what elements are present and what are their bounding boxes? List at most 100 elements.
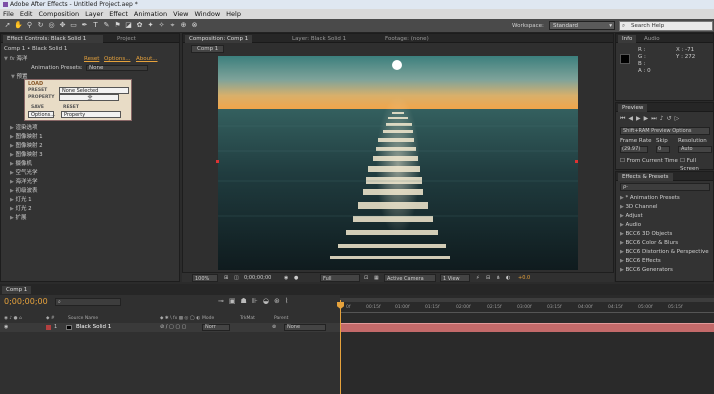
exposure-icon[interactable]: ◐ [504, 274, 512, 282]
layer-parent-dropdown[interactable]: None [284, 324, 326, 331]
transparency-grid-icon[interactable]: ▦ [372, 274, 381, 282]
param-air-optics[interactable]: ▶ 空气光学 [10, 169, 180, 177]
effects-item[interactable]: ▶ Adjust [620, 212, 713, 220]
clone-tool-icon[interactable]: ⚑ [113, 21, 122, 30]
resolution-dropdown[interactable]: Full [320, 274, 360, 282]
layer-name[interactable]: Black Solid 1 [76, 323, 111, 332]
tab-preview[interactable]: Preview [618, 104, 648, 112]
snapshot-icon[interactable]: ◉ [282, 274, 290, 282]
menu-view[interactable]: View [170, 9, 191, 19]
timeline-timecode[interactable]: 0;00;00;00 [4, 297, 48, 306]
audio-icon[interactable]: ♪ [660, 115, 667, 122]
param-image-map-1[interactable]: ▶ 图像映射 1 [10, 133, 180, 141]
options-link[interactable]: Options... [104, 55, 130, 63]
play-icon[interactable]: ▶ [636, 115, 644, 122]
resolution-preview-dropdown[interactable]: Auto [678, 146, 712, 153]
camera-tool-icon[interactable]: ◎ [47, 21, 56, 30]
reset-property-dropdown[interactable]: Property [61, 111, 121, 118]
rotate-tool-icon[interactable]: ↻ [36, 21, 45, 30]
search-help-input[interactable]: ⌕ Search Help [619, 21, 713, 31]
effects-item[interactable]: ▶ * Animation Presets [620, 194, 713, 202]
hand-tool-icon[interactable]: ✋ [14, 21, 23, 30]
parent-pickwhip-icon[interactable]: ⊚ [272, 323, 276, 332]
menu-edit[interactable]: Edit [17, 9, 36, 19]
ram-preview-options-dropdown[interactable]: Shift+RAM Preview Options [620, 127, 710, 135]
color-channel-icon[interactable]: ● [292, 274, 300, 282]
composition-viewer[interactable] [218, 56, 578, 270]
axis-icon[interactable]: ⊕ [179, 21, 188, 30]
timeline-icon[interactable]: ⊟ [484, 274, 492, 282]
menu-window[interactable]: Window [192, 9, 224, 19]
param-image-map-2[interactable]: ▶ 图像映射 2 [10, 142, 180, 150]
label-color-swatch[interactable] [46, 325, 51, 330]
puppet-starch-icon[interactable]: ⌖ [168, 21, 177, 30]
animation-presets-dropdown[interactable]: None [86, 65, 148, 71]
menu-help[interactable]: Help [223, 9, 244, 19]
param-image-map-3[interactable]: ▶ 图像映射 3 [10, 151, 180, 159]
tab-layer[interactable]: Layer: Black Solid 1 [288, 35, 350, 43]
effects-item[interactable]: ▶ 3D Channel [620, 203, 713, 211]
last-frame-icon[interactable]: ⏭ [651, 115, 659, 122]
parent-header[interactable]: Parent [274, 316, 288, 321]
zoom-dropdown[interactable]: 100% [192, 274, 218, 282]
graph-editor-icon[interactable]: ⌇ [285, 297, 293, 305]
pen-tool-icon[interactable]: ✒ [80, 21, 89, 30]
param-wave-table[interactable]: ▶ 初级波表 [10, 187, 180, 195]
roto-brush-icon[interactable]: ✿ [135, 21, 144, 30]
about-link[interactable]: About... [136, 55, 158, 63]
trkmat-header[interactable]: TrkMat [240, 316, 255, 321]
source-name-header[interactable]: Source Name [68, 316, 98, 321]
mask-visibility-icon[interactable]: ◫ [232, 274, 241, 282]
fx-icon[interactable]: fx [9, 56, 14, 62]
mode-header[interactable]: Mode [202, 316, 214, 321]
effects-search-input[interactable]: ρ- [620, 183, 710, 191]
camera-dropdown[interactable]: Active Camera [384, 274, 436, 282]
tab-effect-controls[interactable]: Effect Controls: Black Solid 1 [3, 35, 103, 43]
tab-info[interactable]: Info [618, 35, 637, 43]
effects-item[interactable]: ▶ Audio [620, 221, 713, 229]
tab-footage[interactable]: Footage: (none) [381, 35, 433, 43]
preset-dropdown[interactable]: None Selected [59, 87, 129, 94]
views-dropdown[interactable]: 1 View [440, 274, 470, 282]
effects-item[interactable]: ▶ BCC6 3D Objects [620, 230, 713, 238]
menu-file[interactable]: File [0, 9, 17, 19]
effects-item[interactable]: ▶ BCC6 Distortion & Perspective [620, 248, 713, 256]
puppet-tool-icon[interactable]: ✦ [146, 21, 155, 30]
param-extend[interactable]: ▶ 扩展 [10, 214, 180, 222]
fast-preview-icon[interactable]: ⚡ [474, 274, 482, 282]
draft-3d-icon[interactable]: ▣ [229, 297, 241, 305]
frame-blending-icon[interactable]: ⊪ [252, 297, 263, 305]
layer-switch-icons[interactable]: ⊘ / ▢ ▢ ▢ [160, 323, 186, 332]
eraser-tool-icon[interactable]: ◪ [124, 21, 133, 30]
skip-dropdown[interactable]: 0 [656, 146, 670, 153]
grid-icon[interactable]: ⊞ [222, 274, 230, 282]
param-render-options[interactable]: ▶ 渲染选项 [10, 124, 180, 132]
timecode-display[interactable]: 0;00;00;00 [242, 274, 273, 282]
tab-audio[interactable]: Audio [640, 35, 664, 43]
zoom-tool-icon[interactable]: ⚲ [25, 21, 34, 30]
anchor-right-handle[interactable] [575, 160, 578, 163]
checkbox-icon[interactable]: ☐ [620, 158, 627, 164]
world-axis-icon[interactable]: ⊗ [190, 21, 199, 30]
tab-comp-1[interactable]: Comp 1 [2, 286, 32, 294]
prev-frame-icon[interactable]: ◀ [628, 115, 636, 122]
checkbox-icon[interactable]: ☐ [680, 158, 687, 164]
comp-subtab[interactable]: Comp 1 [191, 45, 225, 53]
flowchart-icon[interactable]: ⋔ [494, 274, 502, 282]
menu-animation[interactable]: Animation [131, 9, 170, 19]
timeline-time-graph[interactable]: 0f 00:15f 01:00f 01:15f 02:00f 02:15f 03… [337, 295, 714, 394]
selection-tool-icon[interactable]: ➚ [3, 21, 12, 30]
layer-duration-bar[interactable] [340, 323, 714, 332]
workspace-dropdown[interactable]: Standard ▾ [549, 21, 615, 30]
current-time-indicator[interactable] [340, 300, 341, 394]
tab-effects-presets[interactable]: Effects & Presets [618, 173, 673, 181]
menu-effect[interactable]: Effect [106, 9, 131, 19]
brush-tool-icon[interactable]: ✎ [102, 21, 111, 30]
full-screen-checkbox-row[interactable]: ☐ Full Screen [680, 157, 713, 172]
menu-composition[interactable]: Composition [35, 9, 82, 19]
roi-icon[interactable]: ⊡ [362, 274, 370, 282]
effects-item[interactable]: ▶ BCC6 Color & Blurs [620, 239, 713, 247]
frame-rate-dropdown[interactable]: (29.97) [620, 146, 648, 153]
comp-flowchart-icon[interactable]: ⊸ [218, 297, 229, 305]
puppet-pin-icon[interactable]: ✧ [157, 21, 166, 30]
